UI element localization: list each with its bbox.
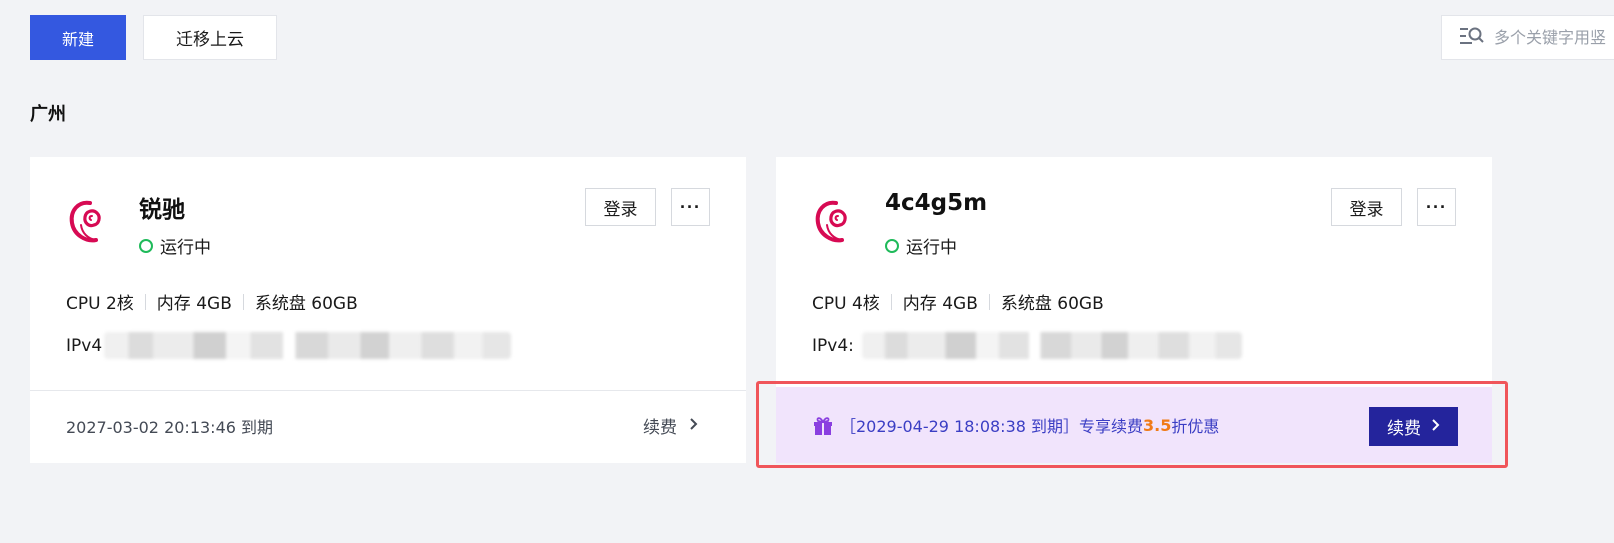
gift-icon (812, 414, 834, 436)
migrate-to-cloud-button[interactable]: 迁移上云 (143, 15, 277, 60)
status-label: 运行中 (160, 238, 211, 258)
debian-logo-icon (810, 195, 858, 249)
spec-divider (988, 293, 990, 310)
instance-card: 锐驰 运行中 登录 ··· CPU 2核 内存 4GB 系统盘 60GB IPv… (30, 157, 746, 463)
search-box[interactable] (1441, 15, 1614, 60)
debian-logo-icon (64, 195, 112, 249)
ip-label: IPv4: (812, 335, 854, 356)
renew-button[interactable]: 续费 (1369, 407, 1458, 446)
renew-button-label: 续费 (1387, 419, 1421, 439)
search-input[interactable] (1494, 28, 1614, 47)
instance-name: 锐驰 (139, 197, 185, 223)
card-divider (30, 390, 746, 391)
status-running-icon (885, 238, 899, 253)
spec-disk: 系统盘 60GB (1000, 294, 1104, 314)
spec-memory: 内存 4GB (156, 294, 232, 314)
renew-link[interactable]: 续费 (643, 413, 698, 438)
spec-cpu: CPU 2核 (66, 294, 134, 314)
login-button[interactable]: 登录 (1331, 188, 1402, 226)
promo-text: ［2029-04-29 18:08:38 到期］专享续费 3.5 折优惠 (812, 413, 1219, 437)
expiry-text: 2027-03-02 20:13:46 到期 (66, 418, 274, 437)
redacted-ip-address (861, 332, 1242, 359)
instance-status: 运行中 (139, 233, 211, 258)
spec-divider (242, 293, 244, 310)
promo-discount: 3.5 (1143, 415, 1172, 435)
ip-row: IPv4: (812, 332, 1242, 359)
spec-divider (144, 293, 146, 310)
redacted-ip-address (104, 332, 512, 359)
instance-status: 运行中 (885, 233, 957, 258)
chevron-right-icon (1431, 417, 1440, 437)
region-title: 广州 (30, 104, 66, 125)
promo-suffix: 折优惠 (1171, 417, 1220, 436)
spec-cpu: CPU 4核 (812, 294, 880, 314)
spec-memory: 内存 4GB (902, 294, 978, 314)
login-button[interactable]: 登录 (585, 188, 656, 226)
spec-disk: 系统盘 60GB (254, 294, 358, 314)
ip-label: IPv4 (66, 335, 103, 356)
search-list-icon (1459, 26, 1485, 50)
spec-divider (890, 293, 892, 310)
more-actions-button[interactable]: ··· (671, 188, 710, 226)
new-button[interactable]: 新建 (30, 15, 126, 60)
renewal-promo-banner: ［2029-04-29 18:08:38 到期］专享续费 3.5 折优惠 续费 (776, 387, 1492, 463)
instance-specs: CPU 2核 内存 4GB 系统盘 60GB (66, 289, 358, 314)
instance-name: 4c4g5m (885, 190, 988, 216)
ip-row: IPv4 (66, 332, 512, 359)
more-actions-button[interactable]: ··· (1417, 188, 1456, 226)
instance-specs: CPU 4核 内存 4GB 系统盘 60GB (812, 289, 1104, 314)
status-label: 运行中 (906, 238, 957, 258)
status-running-icon (139, 238, 153, 253)
renew-label: 续费 (643, 418, 677, 438)
instance-card: 4c4g5m 运行中 登录 ··· CPU 4核 内存 4GB 系统盘 60GB… (776, 157, 1492, 463)
chevron-right-icon (689, 416, 698, 436)
promo-expiry: ［2029-04-29 18:08:38 到期］专享续费 (840, 417, 1144, 436)
